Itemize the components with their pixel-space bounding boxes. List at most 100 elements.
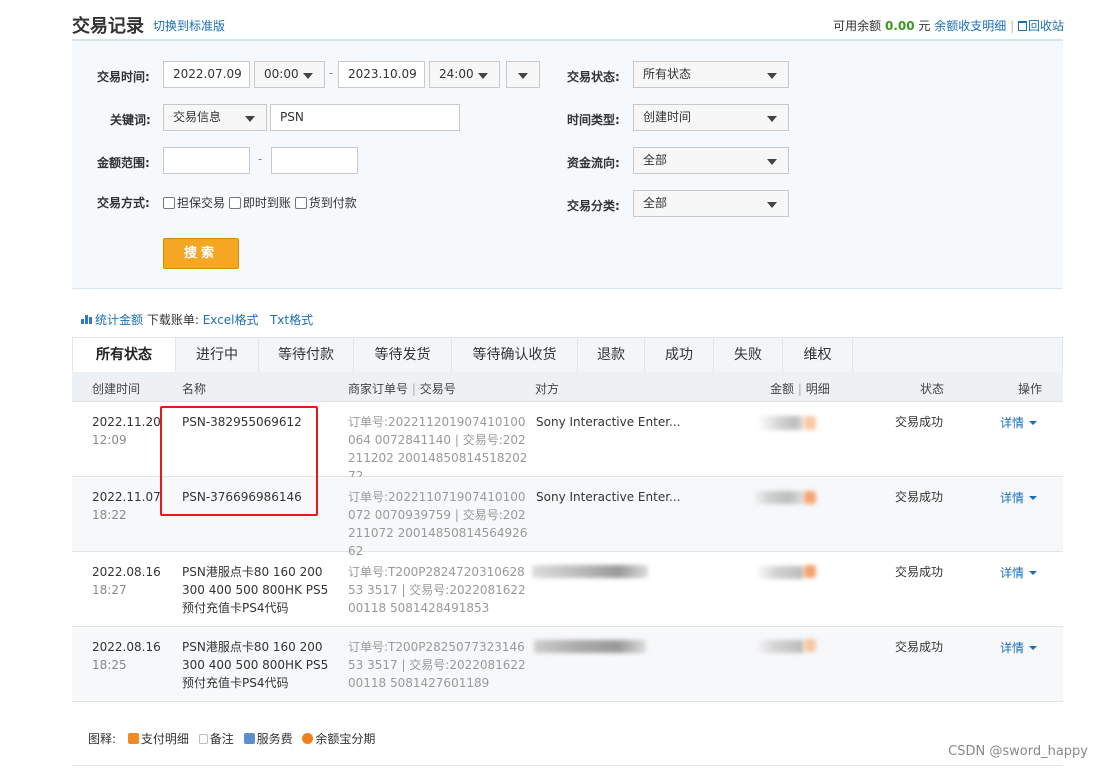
chevron-down-icon — [1029, 496, 1038, 500]
fund-flow-label: 资金流向: — [567, 156, 620, 170]
amount-max-input[interactable] — [271, 147, 358, 174]
row-name[interactable]: PSN港服点卡80 160 200 300 400 500 800HK PS5预… — [182, 563, 340, 617]
keyword-type-select[interactable]: 交易信息 — [163, 104, 267, 131]
detail-label: 详情 — [1000, 491, 1025, 505]
checkbox-icon[interactable] — [163, 197, 175, 209]
time-separator: - — [329, 66, 334, 80]
payment-detail-icon[interactable] — [804, 639, 816, 652]
tab-refund[interactable]: 退款 — [578, 338, 645, 373]
checkbox-icon[interactable] — [228, 197, 241, 209]
watermark: CSDN @sword_happy — [948, 744, 1088, 759]
payment-detail-icon[interactable] — [804, 416, 816, 430]
balance-detail-link[interactable]: 余额收支明细 — [934, 19, 1006, 33]
status-label: 交易状态: — [567, 70, 620, 84]
checkbox-cod[interactable]: 货到付款 — [294, 196, 357, 210]
time-type-label: 时间类型: — [567, 113, 620, 127]
time-type-select[interactable]: 创建时间 — [633, 104, 789, 131]
fund-flow-select[interactable]: 全部 — [633, 147, 789, 174]
tab-in-progress[interactable]: 进行中 — [176, 338, 259, 373]
amount-min-input[interactable] — [163, 147, 250, 174]
tab-success[interactable]: 成功 — [645, 338, 714, 373]
chevron-down-icon — [1029, 421, 1038, 425]
payment-detail-icon[interactable] — [804, 565, 816, 578]
table-row: 2022.08.16 18:27 PSN港服点卡80 160 200 300 4… — [72, 552, 1063, 627]
row-party: Sony Interactive Enter... — [536, 415, 681, 429]
keyword-input[interactable]: PSN — [270, 104, 460, 131]
col-status: 状态 — [920, 382, 945, 396]
status-select[interactable]: 所有状态 — [633, 61, 789, 88]
table-header: 创建时间 名称 商家订单号 | 交易号 对方 金额 | 明细 状态 操作 — [72, 372, 1063, 402]
start-date-input[interactable]: 2022.07.09 — [163, 61, 250, 88]
legend: 图释: 支付明细 备注 服务费 余额宝分期 — [88, 730, 375, 747]
tab-dispute[interactable]: 维权 — [783, 338, 853, 373]
chevron-down-icon — [767, 73, 777, 79]
start-time-value: 00:00 — [264, 67, 299, 81]
row-detail-link[interactable]: 详情 — [1000, 564, 1038, 582]
row-detail-link[interactable]: 详情 — [1000, 639, 1038, 657]
col-detail-label: 明细 — [805, 382, 830, 396]
chevron-down-icon — [767, 202, 777, 208]
tab-awaiting-receipt[interactable]: 等待确认收货 — [452, 338, 578, 373]
txt-download-link[interactable]: Txt格式 — [270, 313, 313, 327]
blurred-amount — [758, 416, 804, 430]
end-time-select[interactable]: 24:00 — [429, 61, 500, 88]
page-title: 交易记录 — [72, 16, 144, 37]
payment-detail-icon[interactable] — [804, 491, 816, 504]
trade-method-options: 担保交易 即时到账 货到付款 — [163, 194, 357, 211]
time-range-preset-select[interactable] — [506, 61, 540, 88]
excel-download-link[interactable]: Excel格式 — [203, 313, 259, 327]
blurred-amount — [752, 491, 804, 504]
col-merchant-order: 商家订单号 — [348, 382, 409, 396]
col-trade-no: 交易号 — [419, 382, 456, 396]
end-time-value: 24:00 — [439, 67, 474, 81]
legend-item: 余额宝分期 — [315, 732, 376, 746]
legend-item: 服务费 — [256, 732, 293, 746]
stats-amount-link[interactable]: 统计金额 — [95, 313, 143, 327]
blurred-amount — [756, 566, 804, 579]
row-status: 交易成功 — [895, 565, 944, 579]
checkbox-icon[interactable] — [294, 197, 307, 209]
switch-version-link[interactable]: 切换到标准版 — [153, 17, 225, 34]
option-label: 担保交易 — [177, 196, 226, 210]
end-date-input[interactable]: 2023.10.09 — [338, 61, 425, 88]
payment-detail-icon — [127, 733, 139, 744]
balance-unit: 元 — [918, 19, 931, 33]
tab-failed[interactable]: 失败 — [714, 338, 783, 373]
row-status: 交易成功 — [895, 490, 944, 504]
row-time: 18:22 — [92, 508, 127, 522]
row-order-number: 订单号:202211071907410100072 0070939759 | 交… — [348, 490, 528, 558]
tab-all[interactable]: 所有状态 — [73, 338, 176, 374]
row-time: 18:27 — [92, 583, 127, 597]
checkbox-instant[interactable]: 即时到账 — [228, 196, 291, 210]
row-name[interactable]: PSN港服点卡80 160 200 300 400 500 800HK PS5预… — [182, 638, 340, 692]
checkbox-escrow[interactable]: 担保交易 — [163, 196, 225, 210]
tab-awaiting-payment[interactable]: 等待付款 — [259, 338, 354, 373]
legend-item: 支付明细 — [140, 732, 189, 746]
row-status: 交易成功 — [895, 415, 944, 429]
chevron-down-icon — [478, 73, 488, 79]
amount-range-label: 金额范围: — [97, 156, 150, 170]
col-amount: 金额 | 明细 — [770, 382, 830, 396]
start-time-select[interactable]: 00:00 — [254, 61, 325, 88]
category-value: 全部 — [643, 196, 668, 210]
search-button[interactable]: 搜索 — [163, 238, 239, 269]
row-order-number: 订单号:T200P282472031062853 3517 | 交易号:2022… — [348, 565, 526, 615]
trash-icon[interactable] — [1017, 21, 1027, 31]
row-detail-link[interactable]: 详情 — [1000, 414, 1038, 432]
fund-flow-value: 全部 — [643, 153, 668, 167]
chevron-down-icon — [303, 73, 313, 79]
tab-awaiting-shipment[interactable]: 等待发货 — [354, 338, 452, 373]
row-time: 18:25 — [92, 658, 127, 672]
legend-item: 备注 — [209, 732, 234, 746]
legend-label: 图释: — [88, 732, 117, 746]
keyword-label: 关键词: — [110, 113, 151, 127]
option-label: 即时到账 — [242, 196, 291, 210]
flag-icon — [198, 734, 208, 744]
category-select[interactable]: 全部 — [633, 190, 789, 217]
recycle-bin-link[interactable]: 回收站 — [1028, 19, 1064, 33]
blurred-party — [532, 565, 648, 578]
row-detail-link[interactable]: 详情 — [1000, 489, 1038, 507]
detail-label: 详情 — [1000, 566, 1025, 580]
red-highlight-box — [160, 406, 318, 516]
time-type-value: 创建时间 — [643, 110, 692, 124]
